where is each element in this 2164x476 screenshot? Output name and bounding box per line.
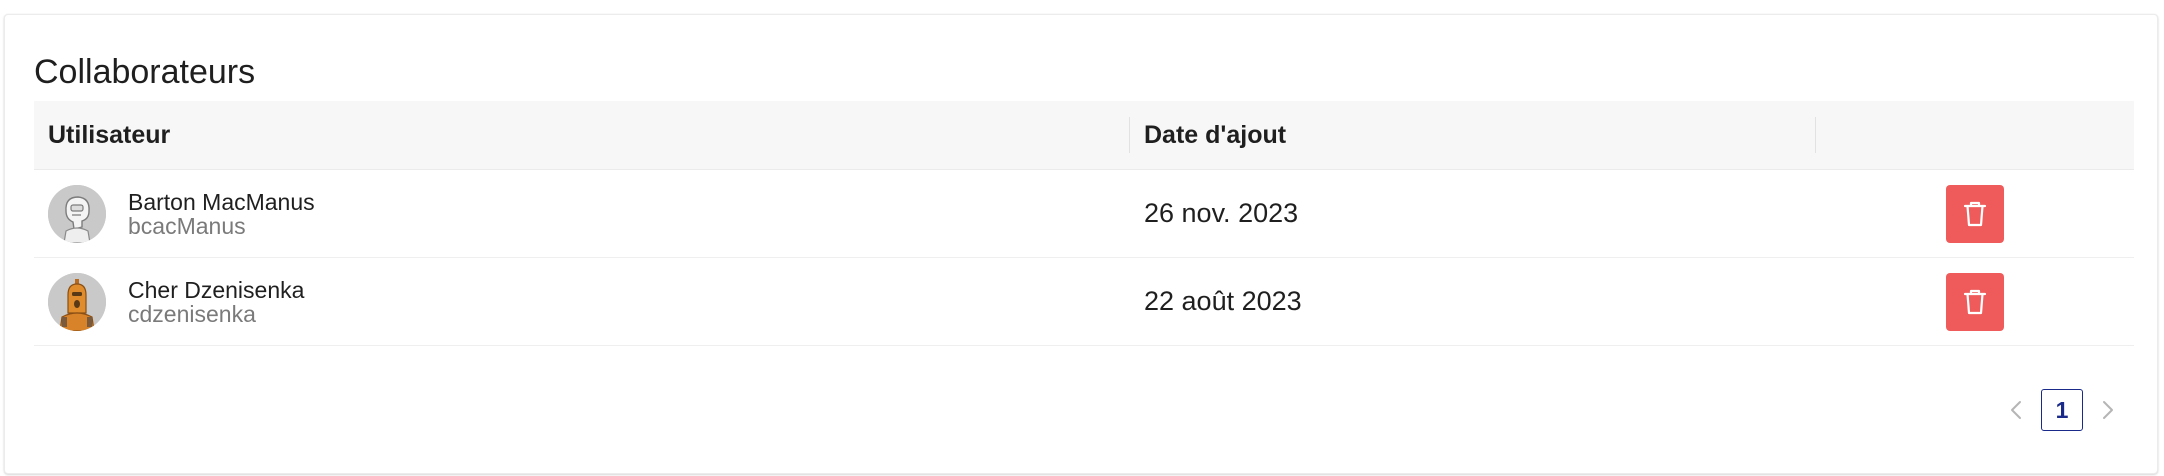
delete-button[interactable] [1946, 272, 2004, 331]
column-header-date[interactable]: Date d'ajout [1130, 101, 1816, 169]
card-title: Collaborateurs [34, 53, 256, 91]
trash-icon [1963, 289, 1987, 314]
user-login: cdzenisenka [128, 300, 256, 327]
pagination-page-current[interactable]: 1 [2041, 389, 2083, 431]
user-info: Barton MacManus bcacManus [128, 190, 315, 238]
actions-cell [1816, 258, 2134, 345]
user-cell: Barton MacManus bcacManus [34, 170, 1130, 257]
collaborators-card: Collaborateurs Utilisateur Date d'ajout [4, 14, 2158, 474]
table-row: Barton MacManus bcacManus 26 nov. 2023 [34, 170, 2134, 258]
pagination: 1 [1997, 389, 2127, 431]
user-name: Cher Dzenisenka [128, 276, 305, 303]
avatar [48, 272, 106, 331]
trash-icon [1963, 201, 1987, 226]
column-header-actions [1816, 101, 2134, 169]
user-name: Barton MacManus [128, 188, 315, 215]
chevron-right-icon [2103, 401, 2113, 419]
user-cell: Cher Dzenisenka cdzenisenka [34, 258, 1130, 345]
pagination-next[interactable] [2089, 389, 2127, 431]
robot-white-avatar-icon [48, 184, 106, 243]
table-row: Cher Dzenisenka cdzenisenka 22 août 2023 [34, 258, 2134, 346]
date-cell: 26 nov. 2023 [1130, 170, 1816, 257]
chevron-left-icon [2011, 401, 2021, 419]
collaborators-table: Utilisateur Date d'ajout Barton MacManus [34, 101, 2134, 346]
date-cell: 22 août 2023 [1130, 258, 1816, 345]
actions-cell [1816, 170, 2134, 257]
table-header: Utilisateur Date d'ajout [34, 101, 2134, 170]
robot-orange-avatar-icon [48, 272, 106, 331]
avatar [48, 184, 106, 243]
user-login: bcacManus [128, 212, 246, 239]
column-header-user[interactable]: Utilisateur [34, 101, 1130, 169]
date-added: 22 août 2023 [1144, 286, 1302, 316]
pagination-prev[interactable] [1997, 389, 2035, 431]
date-added: 26 nov. 2023 [1144, 198, 1299, 228]
delete-button[interactable] [1946, 184, 2004, 243]
user-info: Cher Dzenisenka cdzenisenka [128, 278, 304, 326]
